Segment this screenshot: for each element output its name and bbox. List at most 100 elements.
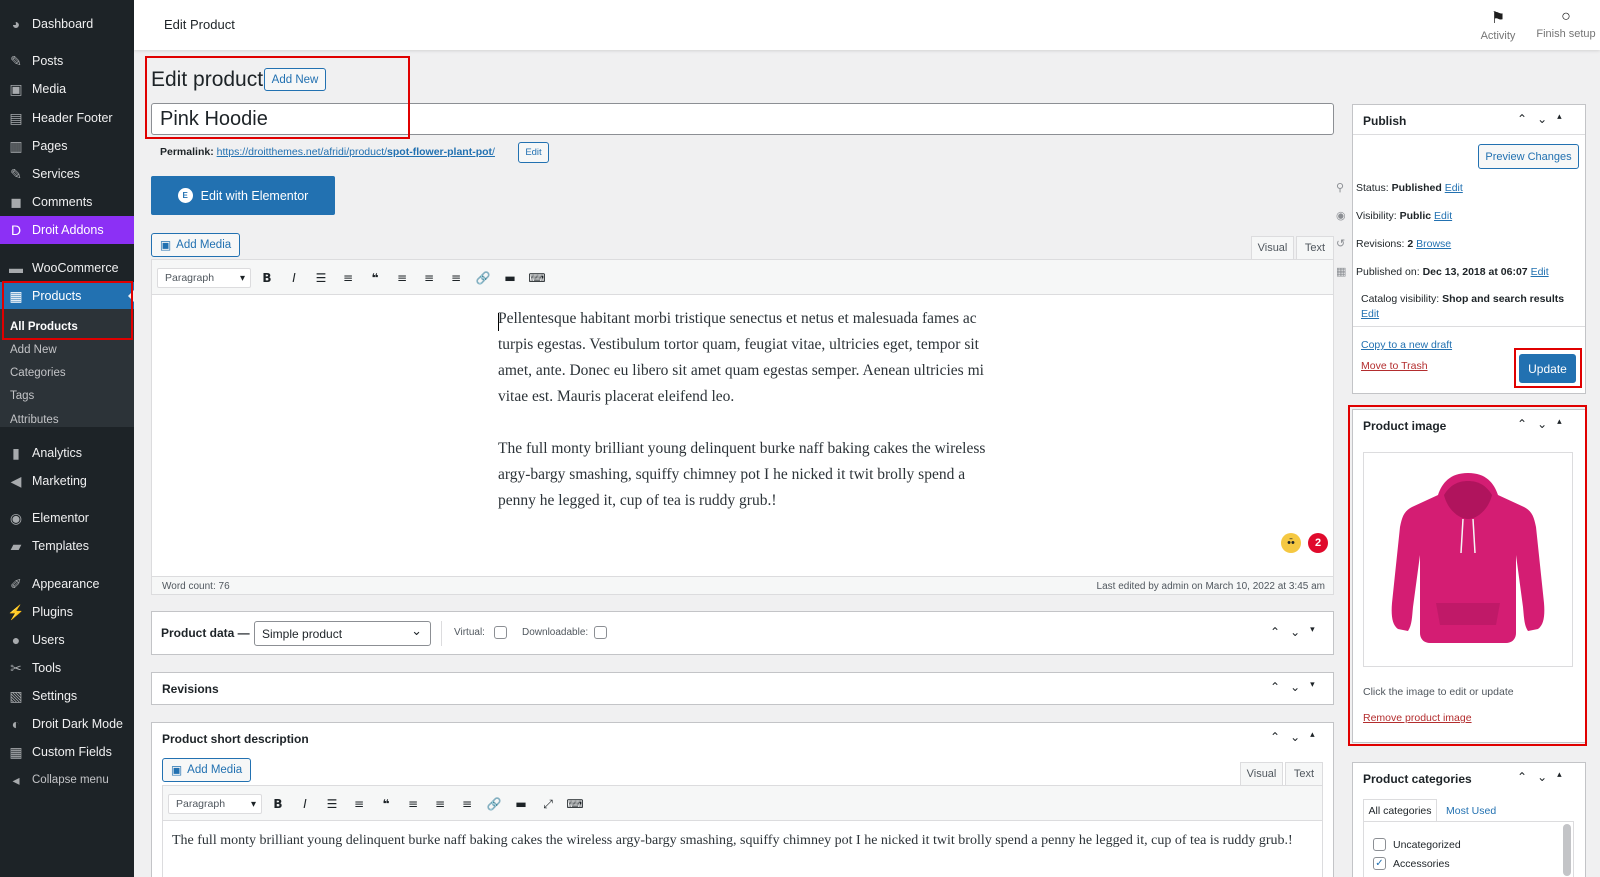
media-icon: ▣ xyxy=(9,80,23,97)
downloadable-checkbox[interactable] xyxy=(594,626,607,639)
toggle-triangle-icon[interactable]: ▾ xyxy=(1310,680,1315,694)
sidebar-item-plugins[interactable]: ⚡ Plugins xyxy=(0,598,134,626)
italic-icon[interactable]: I xyxy=(285,269,303,287)
short-desc-tab-text[interactable]: Text xyxy=(1285,762,1323,786)
publish-controls: ⌃ ⌄ ▴ xyxy=(1517,112,1562,126)
sidebar-item-droit-addons[interactable]: D Droit Addons xyxy=(0,216,134,244)
categories-scrollbar[interactable] xyxy=(1563,824,1571,876)
sidebar-item-dashboard[interactable]: ◕ Dashboard xyxy=(0,10,134,38)
blockquote-icon[interactable]: ❝ xyxy=(377,795,395,813)
italic-icon[interactable]: I xyxy=(296,795,314,813)
toolbar-toggle-icon[interactable]: ⌨ xyxy=(528,269,546,287)
bullet-list-icon[interactable]: ☰ xyxy=(312,269,330,287)
bold-icon[interactable]: B xyxy=(269,795,287,813)
submenu-attributes[interactable]: Attributes xyxy=(10,414,59,426)
tab-text[interactable]: Text xyxy=(1296,236,1334,260)
sidebar-item-marketing[interactable]: ◀ Marketing xyxy=(0,467,134,495)
link-icon[interactable]: 🔗 xyxy=(485,795,503,813)
format-select[interactable]: Paragraph xyxy=(157,268,251,288)
emoji-face-icon[interactable]: •̄• xyxy=(1281,533,1301,553)
chevron-down-icon[interactable]: ⌄ xyxy=(1290,730,1300,744)
product-type-select[interactable]: Simple product xyxy=(254,621,431,646)
align-right-icon[interactable]: ≡ xyxy=(447,269,465,287)
activity-button[interactable]: ⚑ Activity xyxy=(1468,8,1528,42)
toolbar-toggle-icon[interactable]: ⌨ xyxy=(566,795,584,813)
chevron-down-icon[interactable]: ⌄ xyxy=(1537,770,1547,784)
align-center-icon[interactable]: ≡ xyxy=(420,269,438,287)
chevron-up-icon[interactable]: ⌃ xyxy=(1270,680,1280,694)
finish-setup-button[interactable]: ○ Finish setup xyxy=(1532,8,1600,40)
category-checkbox-uncategorized[interactable] xyxy=(1373,838,1386,851)
collapse-menu[interactable]: ◂ Collapse menu xyxy=(0,766,134,794)
toggle-triangle-icon[interactable]: ▴ xyxy=(1557,112,1562,126)
blockquote-icon[interactable]: ❝ xyxy=(366,269,384,287)
read-more-icon[interactable]: ▬ xyxy=(512,795,530,813)
publish-visibility-row: ◉ Visibility: Public Edit xyxy=(1336,209,1453,222)
sidebar-item-comments[interactable]: ◼ Comments xyxy=(0,188,134,216)
chevron-up-icon[interactable]: ⌃ xyxy=(1517,770,1527,784)
chevron-up-icon[interactable]: ⌃ xyxy=(1270,730,1280,744)
collapse-icon: ◂ xyxy=(12,771,20,788)
toggle-triangle-icon[interactable]: ▴ xyxy=(1557,770,1562,784)
sidebar-item-posts[interactable]: ✎ Posts xyxy=(0,47,134,75)
short-desc-format-select[interactable]: Paragraph xyxy=(168,794,262,814)
grammar-badge[interactable]: 2 xyxy=(1308,533,1328,553)
tab-most-used[interactable]: Most Used xyxy=(1446,805,1496,817)
tab-visual[interactable]: Visual xyxy=(1251,236,1294,260)
copy-draft-link[interactable]: Copy to a new draft xyxy=(1361,339,1452,351)
add-media-button[interactable]: ▣ Add Media xyxy=(151,233,240,257)
sidebar-item-analytics[interactable]: ▮ Analytics xyxy=(0,439,134,467)
fullscreen-icon[interactable]: ⤢ xyxy=(539,795,557,813)
submenu-tags[interactable]: Tags xyxy=(10,390,34,402)
product-categories-controls: ⌃ ⌄ ▴ xyxy=(1517,770,1562,784)
chevron-down-icon[interactable]: ⌄ xyxy=(1537,112,1547,126)
sidebar-item-users[interactable]: ● Users xyxy=(0,626,134,654)
bold-icon[interactable]: B xyxy=(258,269,276,287)
read-more-icon[interactable]: ▬ xyxy=(501,269,519,287)
numbered-list-icon[interactable]: ≡ xyxy=(339,269,357,287)
align-center-icon[interactable]: ≡ xyxy=(431,795,449,813)
virtual-checkbox[interactable] xyxy=(494,626,507,639)
sidebar-item-media[interactable]: ▣ Media xyxy=(0,75,134,103)
short-desc-tab-visual[interactable]: Visual xyxy=(1240,762,1283,786)
chevron-down-icon[interactable]: ⌄ xyxy=(1290,680,1300,694)
sidebar-item-services[interactable]: ✎ Services xyxy=(0,160,134,188)
status-edit-link[interactable]: Edit xyxy=(1445,182,1463,194)
date-edit-link[interactable]: Edit xyxy=(1531,266,1549,278)
sidebar-item-appearance[interactable]: ✐ Appearance xyxy=(0,570,134,598)
submenu-add-new[interactable]: Add New xyxy=(10,344,57,356)
tab-all-categories[interactable]: All categories xyxy=(1363,799,1437,822)
toggle-triangle-icon[interactable]: ▴ xyxy=(1310,730,1315,744)
align-left-icon[interactable]: ≡ xyxy=(404,795,422,813)
permalink-edit-button[interactable]: Edit xyxy=(518,142,549,163)
visibility-edit-link[interactable]: Edit xyxy=(1434,210,1452,222)
sidebar-item-droit-dark-mode[interactable]: ◐ Droit Dark Mode xyxy=(0,710,134,738)
sidebar-item-elementor[interactable]: ◉ Elementor xyxy=(0,504,134,532)
edit-with-elementor-button[interactable]: E Edit with Elementor xyxy=(151,176,335,215)
bullet-list-icon[interactable]: ☰ xyxy=(323,795,341,813)
numbered-list-icon[interactable]: ≡ xyxy=(350,795,368,813)
chevron-up-icon[interactable]: ⌃ xyxy=(1270,625,1280,639)
toggle-triangle-icon[interactable]: ▾ xyxy=(1310,625,1315,639)
category-checkbox-accessories[interactable]: ✓ xyxy=(1373,857,1386,870)
sidebar-item-settings[interactable]: ▧ Settings xyxy=(0,682,134,710)
sidebar-item-templates[interactable]: ▰ Templates xyxy=(0,532,134,560)
catalog-edit-link[interactable]: Edit xyxy=(1361,308,1379,320)
chevron-down-icon[interactable]: ⌄ xyxy=(1290,625,1300,639)
sidebar-item-custom-fields[interactable]: ▦ Custom Fields xyxy=(0,738,134,766)
align-right-icon[interactable]: ≡ xyxy=(458,795,476,813)
move-to-trash-link[interactable]: Move to Trash xyxy=(1361,360,1428,372)
permalink-link[interactable]: https://droitthemes.net/afridi/product/s… xyxy=(217,146,495,158)
preview-changes-button[interactable]: Preview Changes xyxy=(1478,144,1579,169)
sidebar-item-tools[interactable]: ✂ Tools xyxy=(0,654,134,682)
link-icon[interactable]: 🔗 xyxy=(474,269,492,287)
align-left-icon[interactable]: ≡ xyxy=(393,269,411,287)
short-desc-add-media-button[interactable]: ▣ Add Media xyxy=(162,758,251,782)
chevron-up-icon[interactable]: ⌃ xyxy=(1517,112,1527,126)
sidebar-item-woocommerce[interactable]: ▬ WooCommerce xyxy=(0,254,134,282)
comment-icon: ◼ xyxy=(10,193,22,210)
sidebar-item-header-footer[interactable]: ▤ Header Footer xyxy=(0,104,134,132)
revisions-browse-link[interactable]: Browse xyxy=(1416,238,1451,250)
submenu-categories[interactable]: Categories xyxy=(10,367,66,379)
sidebar-item-pages[interactable]: ▥ Pages xyxy=(0,132,134,160)
